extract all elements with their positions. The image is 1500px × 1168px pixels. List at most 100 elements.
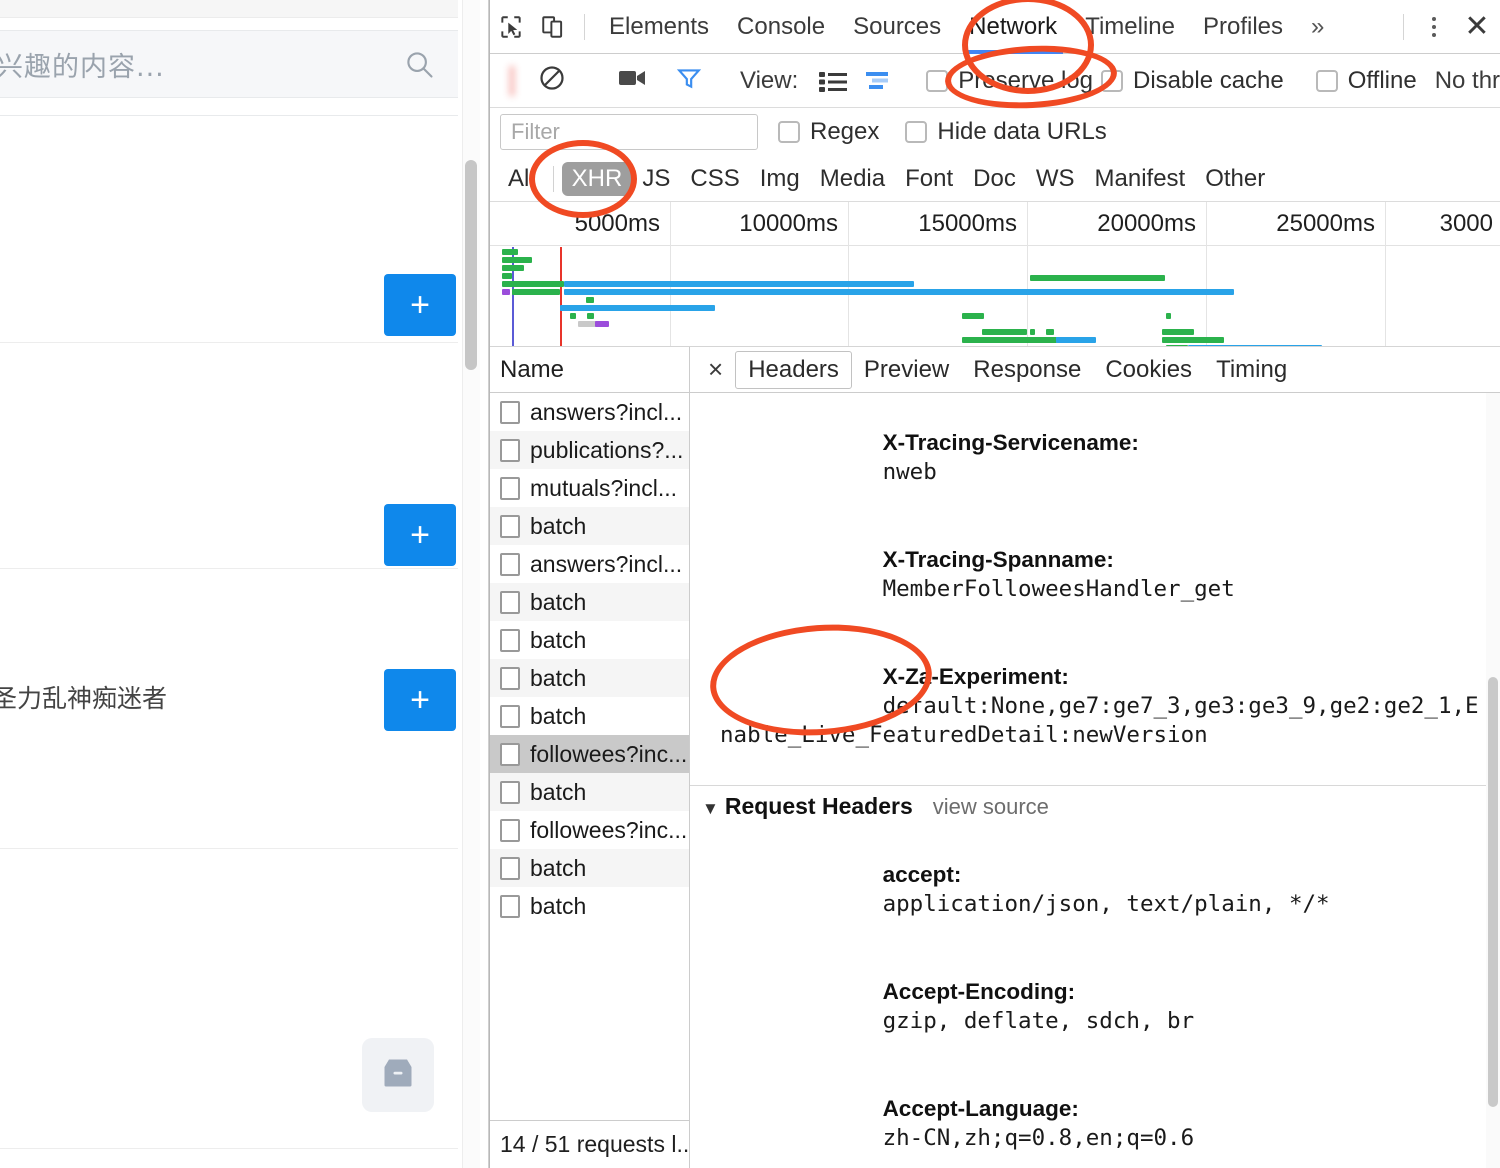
view-source-link[interactable]: view source — [933, 792, 1049, 821]
table-row[interactable]: batch — [490, 849, 689, 887]
funnel-icon[interactable] — [676, 65, 702, 96]
filter-input[interactable] — [500, 114, 758, 150]
list-item-title: 圣力乱神痴迷者 — [0, 684, 168, 713]
filter-chip-ws[interactable]: WS — [1026, 162, 1085, 196]
checkbox-box[interactable] — [905, 121, 928, 143]
filter-chip-all[interactable]: All — [498, 162, 545, 196]
follow-button[interactable]: + — [384, 504, 456, 566]
filter-chip-js[interactable]: JS — [632, 162, 680, 196]
tab-cookies[interactable]: Cookies — [1093, 352, 1204, 388]
device-toolbar-icon[interactable] — [532, 7, 574, 47]
disable-cache-label: Disable cache — [1133, 66, 1284, 94]
close-icon[interactable]: ✕ — [1454, 7, 1500, 47]
header-row: accept: application/json, text/plain, */… — [720, 831, 1486, 948]
hide-data-urls-checkbox[interactable]: Hide data URLs — [905, 118, 1107, 146]
list-item[interactable]: 圣力乱神痴迷者 + — [0, 569, 458, 849]
request-headers-section[interactable]: ▼ Request Headers view source — [690, 785, 1500, 825]
tab-elements[interactable]: Elements — [595, 0, 723, 54]
chevron-down-icon[interactable]: ▼ — [702, 794, 719, 823]
detail-scrollbar-thumb[interactable] — [1488, 677, 1498, 1107]
follow-button[interactable]: + — [384, 274, 456, 336]
table-row[interactable]: batch — [490, 659, 689, 697]
table-row-selected[interactable]: followees?inc... — [490, 735, 689, 773]
row-checkbox[interactable] — [500, 476, 520, 500]
checkbox-box[interactable] — [778, 121, 800, 143]
camera-icon[interactable] — [618, 67, 648, 94]
offline-checkbox[interactable]: Offline — [1315, 67, 1417, 95]
list-item[interactable]: + — [0, 116, 458, 343]
row-checkbox[interactable] — [500, 666, 520, 690]
row-checkbox[interactable] — [500, 856, 520, 880]
tab-response[interactable]: Response — [961, 352, 1093, 388]
row-checkbox[interactable] — [500, 628, 520, 652]
table-row[interactable]: batch — [490, 887, 689, 925]
inspect-cursor-icon[interactable] — [490, 7, 532, 47]
table-row[interactable]: publications?... — [490, 431, 689, 469]
checkbox-box[interactable] — [1315, 69, 1338, 92]
tab-console[interactable]: Console — [723, 0, 839, 54]
devtools-panel: Elements Console Sources Network Timelin… — [489, 0, 1500, 1168]
checkbox-box[interactable] — [926, 69, 949, 92]
table-row[interactable]: batch — [490, 621, 689, 659]
table-row[interactable]: batch — [490, 507, 689, 545]
tab-timing[interactable]: Timing — [1204, 352, 1299, 388]
table-row[interactable]: mutuals?incl... — [490, 469, 689, 507]
timeline-tick-label: 5000ms — [574, 210, 660, 237]
tab-preview[interactable]: Preview — [852, 352, 961, 388]
list-item[interactable]: + — [0, 343, 458, 569]
filter-chip-doc[interactable]: Doc — [963, 162, 1026, 196]
follow-button[interactable]: + — [384, 669, 456, 731]
kebab-menu-icon[interactable] — [1414, 7, 1454, 47]
tab-timeline[interactable]: Timeline — [1071, 0, 1189, 54]
list-view-icon[interactable] — [818, 69, 848, 93]
inbox-icon — [380, 1056, 416, 1095]
header-row: X-Tracing-Servicename: nweb — [720, 399, 1486, 516]
load-event-marker — [560, 247, 562, 346]
request-name-column-header[interactable]: Name — [490, 347, 689, 393]
regex-label: Regex — [810, 118, 880, 145]
tab-profiles[interactable]: Profiles — [1189, 0, 1297, 54]
row-checkbox[interactable] — [500, 894, 520, 918]
table-row[interactable]: batch — [490, 697, 689, 735]
tab-headers[interactable]: Headers — [735, 350, 852, 389]
filter-chip-img[interactable]: Img — [750, 162, 810, 196]
disable-cache-checkbox[interactable]: Disable cache — [1101, 67, 1284, 95]
waterfall-view-icon[interactable] — [864, 69, 894, 93]
filter-chip-xhr[interactable]: XHR — [561, 161, 633, 196]
row-checkbox[interactable] — [500, 818, 520, 842]
tab-network[interactable]: Network — [955, 0, 1071, 54]
row-checkbox[interactable] — [500, 590, 520, 614]
table-row[interactable]: batch — [490, 583, 689, 621]
table-row[interactable]: answers?incl... — [490, 545, 689, 583]
clear-icon[interactable] — [538, 64, 566, 97]
preserve-log-checkbox[interactable]: Preserve log — [926, 67, 1093, 95]
table-row[interactable]: batch — [490, 773, 689, 811]
row-checkbox[interactable] — [500, 552, 520, 576]
filter-chip-css[interactable]: CSS — [680, 162, 749, 196]
table-row[interactable]: answers?incl... — [490, 393, 689, 431]
page-scrollbar-thumb[interactable] — [465, 160, 477, 370]
tab-sources[interactable]: Sources — [839, 0, 955, 54]
network-overview-timeline[interactable]: 5000ms 10000ms 15000ms 20000ms 25000ms 3… — [490, 202, 1500, 347]
page-search-bar[interactable]: 兴趣的内容... — [0, 30, 458, 98]
search-input[interactable]: 兴趣的内容... — [0, 45, 165, 84]
row-checkbox[interactable] — [500, 742, 520, 766]
filter-chip-manifest[interactable]: Manifest — [1085, 162, 1196, 196]
row-checkbox[interactable] — [500, 704, 520, 728]
row-checkbox[interactable] — [500, 438, 520, 462]
regex-checkbox[interactable]: Regex — [778, 118, 879, 146]
web-page-pane: 兴趣的内容... + + 圣力乱神痴迷者 + — [0, 0, 489, 1168]
throttling-select[interactable]: No throt — [1435, 67, 1500, 95]
filter-chip-media[interactable]: Media — [810, 162, 895, 196]
inbox-button[interactable] — [362, 1038, 434, 1112]
close-detail-icon[interactable]: × — [696, 354, 735, 385]
row-checkbox[interactable] — [500, 400, 520, 424]
filter-chip-other[interactable]: Other — [1195, 162, 1275, 196]
table-row[interactable]: followees?inc... — [490, 811, 689, 849]
row-checkbox[interactable] — [500, 780, 520, 804]
more-tabs-button[interactable]: » — [1297, 13, 1338, 41]
checkbox-box[interactable] — [1101, 69, 1123, 92]
row-checkbox[interactable] — [500, 514, 520, 538]
search-icon[interactable] — [404, 49, 434, 79]
filter-chip-font[interactable]: Font — [895, 162, 963, 196]
